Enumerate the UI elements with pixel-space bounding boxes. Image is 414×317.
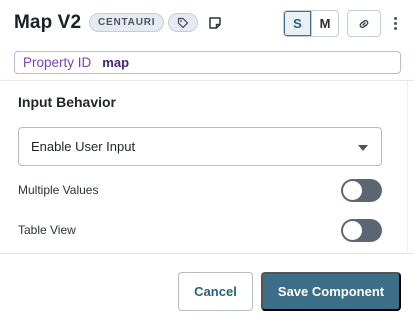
table-view-toggle[interactable] (341, 219, 382, 242)
divider (0, 80, 414, 81)
component-badge: CENTAURI (89, 13, 165, 32)
property-id-label: Property ID (23, 55, 92, 70)
input-behavior-select[interactable]: Enable User Input (18, 127, 382, 166)
multiple-values-toggle[interactable] (341, 179, 382, 202)
save-component-button[interactable]: Save Component (261, 272, 401, 311)
size-option-medium[interactable]: M (311, 11, 338, 36)
toggle-knob (343, 221, 362, 240)
size-toggle-group: S M (283, 10, 339, 37)
multiple-values-label: Multiple Values (18, 183, 99, 197)
kebab-menu-icon[interactable] (387, 10, 403, 37)
table-view-label: Table View (18, 223, 76, 237)
cancel-button[interactable]: Cancel (178, 272, 253, 311)
tag-button[interactable] (168, 13, 198, 32)
link-icon (359, 19, 369, 28)
tag-icon (177, 17, 189, 28)
footer-divider (0, 253, 414, 254)
note-icon (209, 17, 221, 29)
input-behavior-heading: Input Behavior (18, 94, 117, 110)
property-id-value: map (102, 55, 130, 70)
link-button[interactable] (347, 10, 381, 37)
property-id-field[interactable]: Property ID map (14, 51, 401, 74)
input-behavior-select-value: Enable User Input (31, 139, 136, 154)
size-option-small[interactable]: S (284, 11, 312, 36)
component-title: Map V2 (14, 12, 82, 33)
toggle-knob (343, 181, 362, 200)
chevron-down-icon (358, 145, 368, 151)
panel-scrollbar[interactable] (407, 81, 414, 253)
component-header: Map V2 CENTAURI S M (0, 0, 414, 48)
note-button[interactable] (205, 13, 225, 33)
